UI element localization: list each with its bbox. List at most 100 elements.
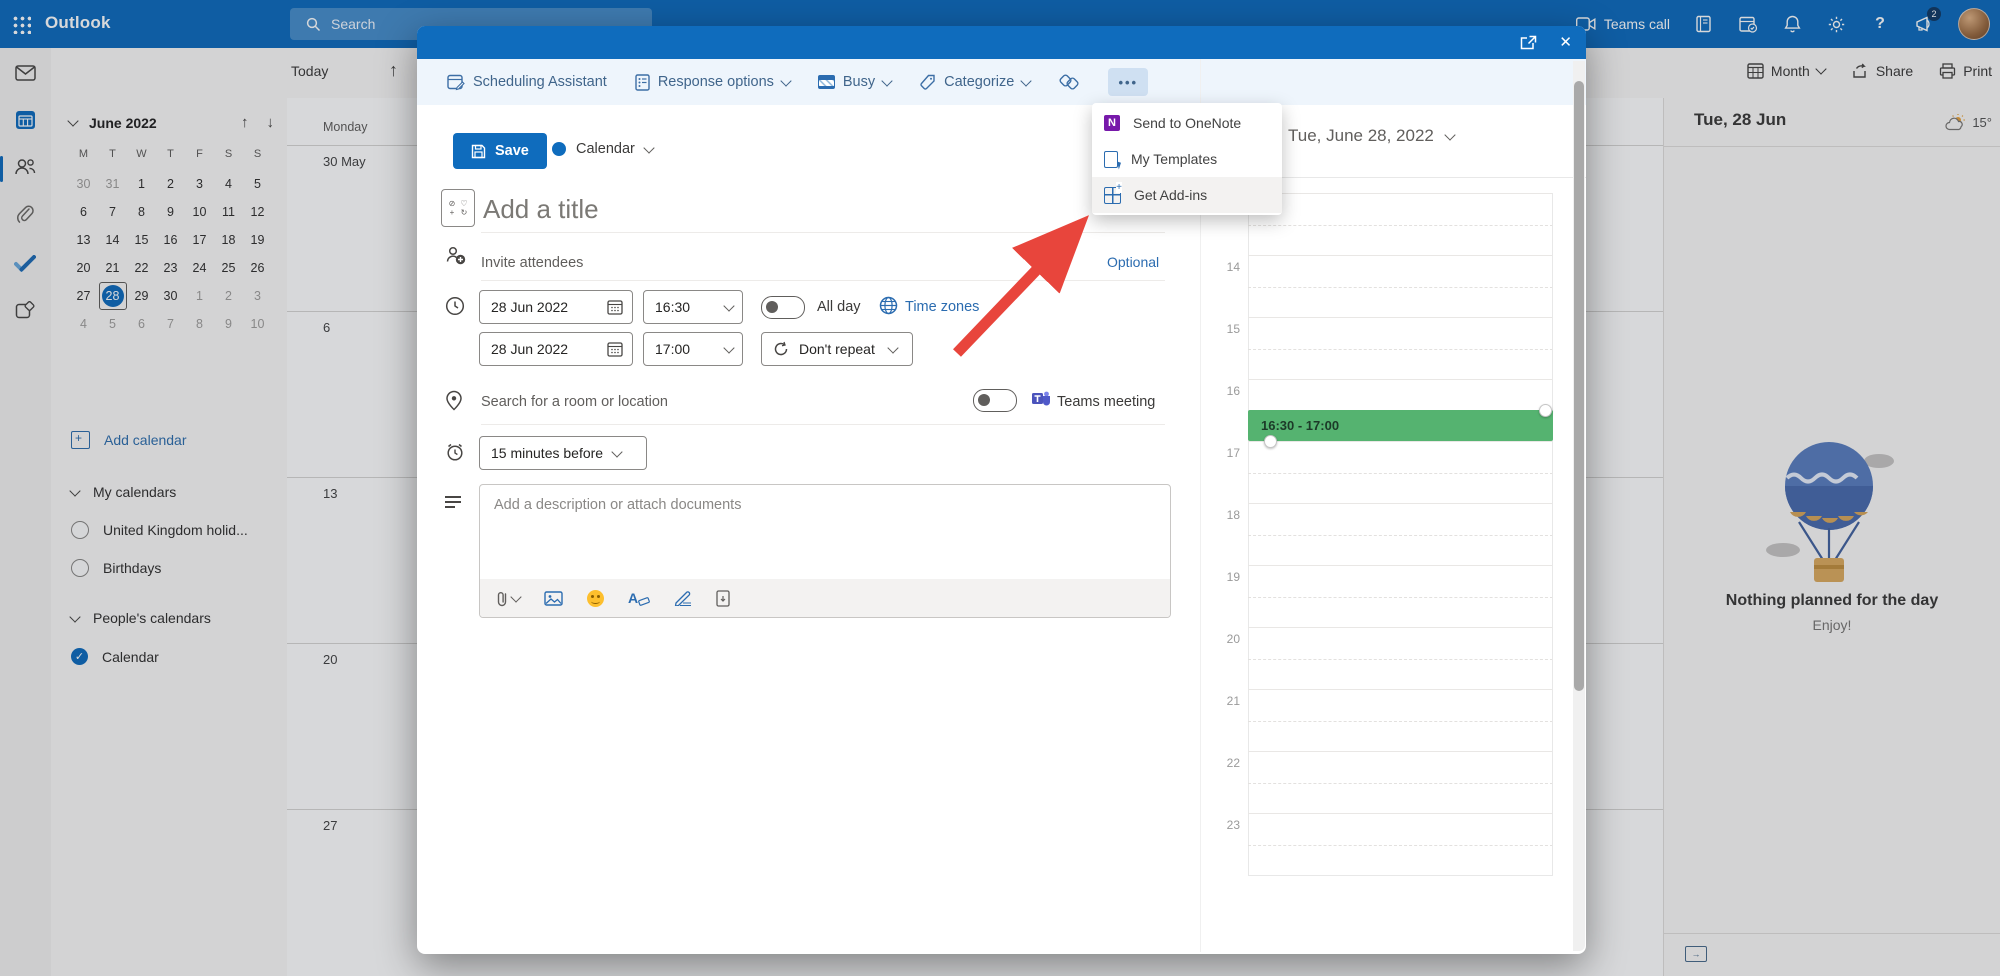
half-hour-line xyxy=(1248,225,1553,226)
teams-meeting-toggle[interactable] xyxy=(973,389,1017,412)
all-day-toggle[interactable] xyxy=(761,296,805,319)
end-date-field[interactable]: 28 Jun 2022 xyxy=(479,332,633,366)
end-time-field[interactable]: 17:00 xyxy=(643,332,743,366)
start-date-value: 28 Jun 2022 xyxy=(491,299,568,315)
date-picker-icon[interactable] xyxy=(607,299,623,315)
scrollbar[interactable] xyxy=(1573,61,1585,951)
menu-item-label: Get Add-ins xyxy=(1134,187,1207,203)
location-input[interactable]: Search for a room or location xyxy=(481,394,668,410)
half-hour-line xyxy=(1248,535,1553,536)
room-finder-button[interactable] xyxy=(1058,73,1080,91)
start-time-field[interactable]: 16:30 xyxy=(643,290,743,324)
more-menu: NSend to OneNote My Templates Get Add-ins xyxy=(1092,103,1282,215)
paperclip-icon xyxy=(496,590,508,607)
menu-item-label: My Templates xyxy=(1131,151,1217,167)
save-button[interactable]: Save xyxy=(453,133,547,169)
hour-label: 19 xyxy=(1212,570,1240,584)
day-hour-row[interactable]: 19 xyxy=(1248,565,1553,627)
hour-label: 14 xyxy=(1212,260,1240,274)
date-picker-icon[interactable] xyxy=(607,341,623,357)
location-pin-icon xyxy=(445,390,463,411)
event-resize-handle-top[interactable] xyxy=(1539,404,1552,417)
outlook-calendar-app: Outlook Search Teams call ? xyxy=(0,0,2000,976)
draw-pen-icon[interactable] xyxy=(674,590,692,606)
calendar-selector-label: Calendar xyxy=(576,141,635,157)
hour-label: 17 xyxy=(1212,446,1240,460)
reminder-value: 15 minutes before xyxy=(491,445,603,461)
title-input[interactable]: Add a title xyxy=(483,194,599,225)
description-editor[interactable]: Add a description or attach documents A xyxy=(479,484,1171,618)
day-hour-row[interactable]: 22 xyxy=(1248,751,1553,813)
day-hour-row[interactable] xyxy=(1248,193,1553,255)
day-hour-row[interactable]: 23 xyxy=(1248,813,1553,875)
divider xyxy=(481,424,1165,425)
divider xyxy=(481,232,1165,233)
get-addins-icon xyxy=(1104,187,1121,204)
start-date-field[interactable]: 28 Jun 2022 xyxy=(479,290,633,324)
day-panel-header[interactable]: Tue, June 28, 2022 xyxy=(1288,126,1454,146)
half-hour-line xyxy=(1248,845,1553,846)
attach-file-button[interactable] xyxy=(496,590,520,607)
onenote-icon: N xyxy=(1104,115,1120,131)
dialog-title-bar[interactable]: ✕ xyxy=(417,26,1586,59)
hour-label: 20 xyxy=(1212,632,1240,646)
clear-formatting-button[interactable]: A xyxy=(628,590,650,606)
scheduling-assistant-icon xyxy=(447,73,465,91)
repeat-dropdown[interactable]: Don't repeat xyxy=(761,332,913,366)
letter-a-glyph: A xyxy=(628,590,638,606)
day-hour-row[interactable]: 21 xyxy=(1248,689,1553,751)
categorize-label: Categorize xyxy=(944,74,1014,90)
chevron-down-icon xyxy=(1021,75,1032,86)
menu-item-my-templates[interactable]: My Templates xyxy=(1092,141,1282,177)
day-hour-row[interactable]: 17 xyxy=(1248,441,1553,503)
repeat-value: Don't repeat xyxy=(799,341,875,357)
all-day-label: All day xyxy=(817,299,861,315)
repeat-icon xyxy=(773,341,789,357)
day-hour-row[interactable]: 20 xyxy=(1248,627,1553,689)
save-icon xyxy=(471,144,486,159)
categorize-dropdown[interactable]: Categorize xyxy=(919,74,1030,91)
event-time-label: 16:30 - 17:00 xyxy=(1261,418,1339,433)
hour-label: 18 xyxy=(1212,508,1240,522)
insert-image-icon[interactable] xyxy=(544,591,563,606)
half-hour-line xyxy=(1248,349,1553,350)
event-resize-handle-bottom[interactable] xyxy=(1264,435,1277,448)
hour-label: 22 xyxy=(1212,756,1240,770)
time-zones-link[interactable]: Time zones xyxy=(905,299,979,315)
response-options-button[interactable]: Response options xyxy=(635,74,790,91)
emoji-icon[interactable] xyxy=(587,590,604,607)
busy-status-icon xyxy=(818,75,835,89)
invite-attendees-input[interactable]: Invite attendees xyxy=(481,255,583,271)
hour-label: 16 xyxy=(1212,384,1240,398)
event-block[interactable]: 16:30 - 17:00 xyxy=(1248,410,1553,441)
event-emoji-picker[interactable]: ⊘♡+↻ xyxy=(441,189,475,227)
day-hour-row[interactable]: 18 xyxy=(1248,503,1553,565)
busy-label: Busy xyxy=(843,74,875,90)
half-hour-line xyxy=(1248,783,1553,784)
menu-item-get-add-ins[interactable]: Get Add-ins xyxy=(1092,177,1282,213)
more-options-button[interactable]: ••• xyxy=(1108,68,1148,96)
chevron-down-icon xyxy=(643,142,654,153)
close-icon[interactable]: ✕ xyxy=(1559,33,1572,51)
chevron-down-icon xyxy=(887,342,898,353)
half-hour-line xyxy=(1248,721,1553,722)
busy-status-dropdown[interactable]: Busy xyxy=(818,74,891,90)
scheduling-assistant-label: Scheduling Assistant xyxy=(473,74,607,90)
reminder-dropdown[interactable]: 15 minutes before xyxy=(479,436,647,470)
description-icon xyxy=(445,496,461,498)
half-hour-line xyxy=(1248,597,1553,598)
chevron-down-icon xyxy=(510,591,521,602)
save-label: Save xyxy=(495,143,529,159)
optional-attendees-link[interactable]: Optional xyxy=(1107,254,1159,270)
scheduling-assistant-button[interactable]: Scheduling Assistant xyxy=(447,73,607,91)
day-hour-row[interactable]: 15 xyxy=(1248,317,1553,379)
chevron-down-icon xyxy=(780,75,791,86)
menu-item-send-to-onenote[interactable]: NSend to OneNote xyxy=(1092,105,1282,141)
calendar-selector[interactable]: Calendar xyxy=(552,141,653,157)
room-finder-icon xyxy=(1058,73,1080,91)
scrollbar-thumb[interactable] xyxy=(1574,81,1584,691)
loop-component-icon[interactable] xyxy=(716,590,730,607)
day-hour-row[interactable]: 14 xyxy=(1248,255,1553,317)
my-templates-icon xyxy=(1104,151,1118,168)
open-in-new-window-icon[interactable] xyxy=(1520,35,1537,50)
